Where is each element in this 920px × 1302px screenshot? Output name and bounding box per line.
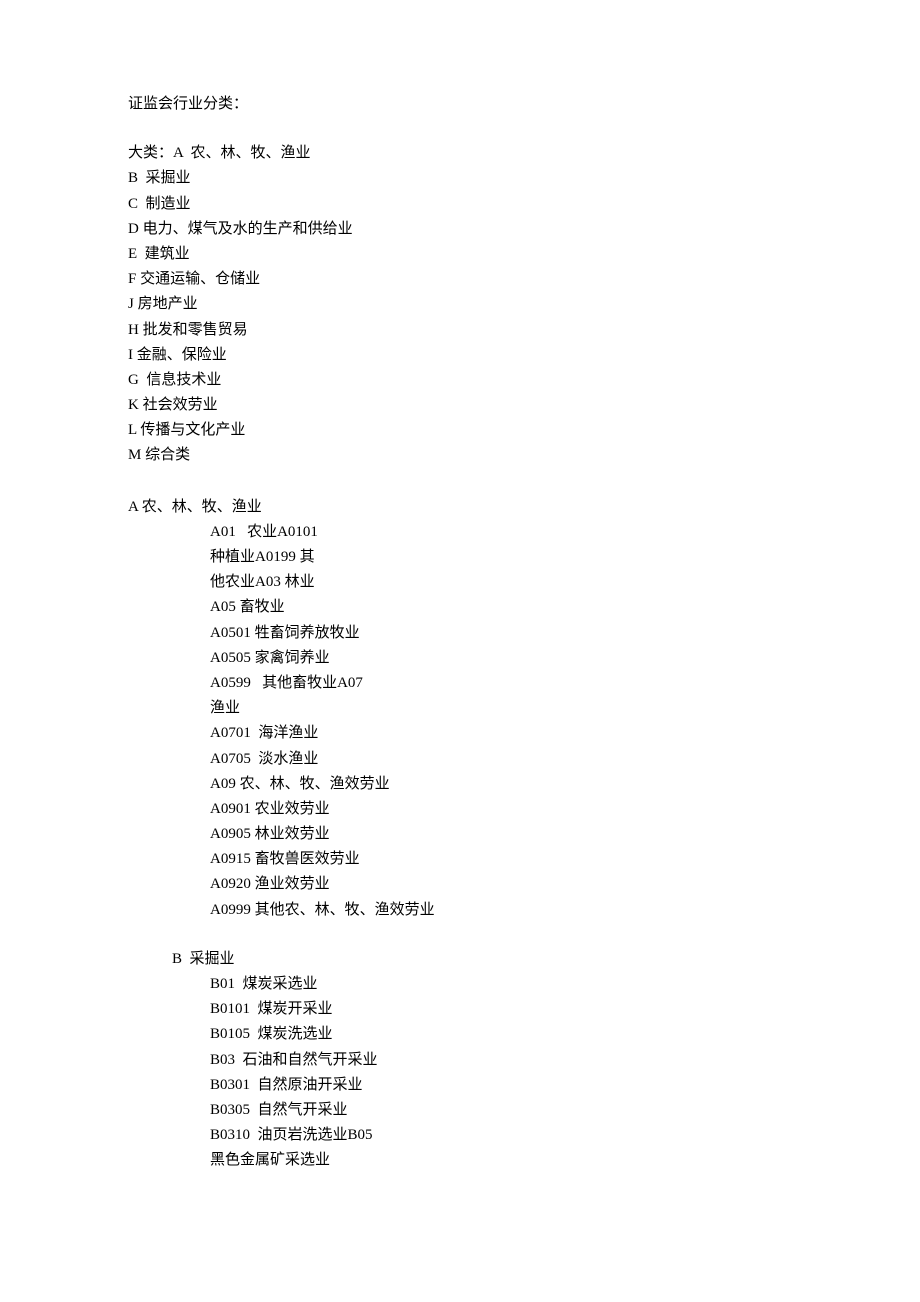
section-b-line: B0101 煤炭开采业: [210, 997, 920, 1022]
major-category-item: I 金融、保险业: [128, 343, 920, 368]
section-a-line: A0599 其他畜牧业A07: [210, 671, 920, 696]
major-category-item: E 建筑业: [128, 242, 920, 267]
section-b-line: B03 石油和自然气开采业: [210, 1048, 920, 1073]
section-b-line: B0305 自然气开采业: [210, 1098, 920, 1123]
major-category-item: B 采掘业: [128, 166, 920, 191]
section-a-line: A0920 渔业效劳业: [210, 872, 920, 897]
section-a-line: A0705 淡水渔业: [210, 747, 920, 772]
section-a-line: 种植业A0199 其: [210, 545, 920, 570]
section-a-line: A0999 其他农、林、牧、渔效劳业: [210, 898, 920, 923]
major-category-item: C 制造业: [128, 192, 920, 217]
document-title: 证监会行业分类：: [128, 92, 920, 117]
section-a-line: 他农业A03 林业: [210, 570, 920, 595]
section-b-line: B01 煤炭采选业: [210, 972, 920, 997]
section-b-line: 黑色金属矿采选业: [210, 1148, 920, 1173]
section-a-line: A0505 家禽饲养业: [210, 646, 920, 671]
major-category-item: G 信息技术业: [128, 368, 920, 393]
section-a-line: A0701 海洋渔业: [210, 721, 920, 746]
section-a-line: A0901 农业效劳业: [210, 797, 920, 822]
section-b-items: B01 煤炭采选业B0101 煤炭开采业B0105 煤炭洗选业B03 石油和自然…: [128, 972, 920, 1174]
section-a: A 农、林、牧、渔业 A01 农业A0101种植业A0199 其他农业A03 林…: [128, 495, 920, 923]
major-category-item: H 批发和零售贸易: [128, 318, 920, 343]
section-b: B 采掘业 B01 煤炭采选业B0101 煤炭开采业B0105 煤炭洗选业B03…: [128, 947, 920, 1174]
section-b-line: B0105 煤炭洗选业: [210, 1022, 920, 1047]
section-a-items: A01 农业A0101种植业A0199 其他农业A03 林业A05 畜牧业A05…: [128, 520, 920, 923]
section-a-line: A01 农业A0101: [210, 520, 920, 545]
major-category-item: J 房地产业: [128, 292, 920, 317]
major-category-item: D 电力、煤气及水的生产和供给业: [128, 217, 920, 242]
major-category-item: 大类：A 农、林、牧、渔业: [128, 141, 920, 166]
section-a-header: A 农、林、牧、渔业: [128, 495, 920, 520]
section-b-header: B 采掘业: [128, 947, 920, 972]
section-a-line: 渔业: [210, 696, 920, 721]
section-a-line: A0905 林业效劳业: [210, 822, 920, 847]
section-a-line: A0501 牲畜饲养放牧业: [210, 621, 920, 646]
section-a-line: A09 农、林、牧、渔效劳业: [210, 772, 920, 797]
major-category-item: L 传播与文化产业: [128, 418, 920, 443]
section-a-line: A0915 畜牧兽医效劳业: [210, 847, 920, 872]
major-category-item: M 综合类: [128, 443, 920, 468]
major-category-item: K 社会效劳业: [128, 393, 920, 418]
major-category-item: F 交通运输、仓储业: [128, 267, 920, 292]
major-categories-list: 大类：A 农、林、牧、渔业B 采掘业C 制造业D 电力、煤气及水的生产和供给业E…: [128, 141, 920, 468]
section-b-line: B0310 油页岩洗选业B05: [210, 1123, 920, 1148]
section-a-line: A05 畜牧业: [210, 595, 920, 620]
section-b-line: B0301 自然原油开采业: [210, 1073, 920, 1098]
